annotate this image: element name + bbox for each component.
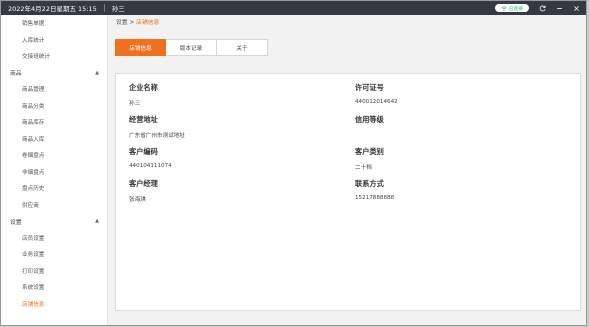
sidebar-item-sales-docs[interactable]: 销售单据 [1,15,107,32]
sidebar-item-label: 商品入库 [22,136,45,143]
field-label: 经营地址 [129,115,158,124]
sidebar-item-stockin-stats[interactable]: 入库统计 [1,32,107,49]
sidebar-item-noncig-check[interactable]: 非烟盘点 [1,164,107,181]
tab-label: 版本记录 [179,45,203,52]
sidebar-item-label: 盘点历史 [22,186,45,193]
close-icon [573,5,579,11]
network-status-label: 已连接 [508,6,523,12]
current-user: 孙三 [111,5,125,13]
field-label: 客户类别 [355,147,384,156]
title-divider [103,4,105,12]
field-value: 二十档 [355,165,372,171]
sidebar-item-goods-category[interactable]: 商品分类 [1,98,107,115]
company-name-field: 企业名称 孙三 [129,83,158,107]
sidebar-item-label: 店员设置 [22,235,45,242]
sidebar-item-shift-stats[interactable]: 交接班统计 [1,48,107,65]
sidebar-group-label: 商品 [10,71,22,78]
sidebar-item-staff-settings[interactable]: 店员设置 [1,230,107,247]
minimize-button[interactable] [555,4,563,12]
field-value: 孙三 [129,101,141,107]
sidebar-item-label: 供应商 [22,202,39,209]
sidebar-item-label: 入库统计 [22,37,45,44]
chevron-up-icon: ▲ [95,218,99,225]
chevron-up-icon: ▲ [95,69,99,76]
sidebar-item-label: 店铺信息 [22,301,45,308]
tab-bar: 店铺信息 版本记录 关于 [115,39,268,56]
sidebar-item-label: 系统设置 [22,285,45,292]
datetime-display: 2022年4月22日星期五 15:15 [8,5,97,13]
sidebar-item-label: 卷烟盘点 [22,153,45,160]
refresh-icon [539,5,546,11]
breadcrumb-separator: > [129,20,135,26]
shop-info-card: 企业名称 孙三 许可证号 440012014642 经营地址 广东省广州市测试地… [115,73,581,311]
sidebar-item-cigarette-check[interactable]: 卷烟盘点 [1,147,107,164]
field-value: 张海琪 [129,197,146,203]
breadcrumb: 设置 > 店铺信息 [116,17,159,26]
sidebar-item-print-settings[interactable]: 打印设置 [1,263,107,280]
close-button[interactable] [572,4,580,12]
wifi-icon [500,5,507,11]
sidebar-item-label: 非烟盘点 [22,169,45,176]
window-controls: 已连接 [494,1,580,15]
sidebar-item-shop-info[interactable]: 店铺信息 [1,296,107,313]
customer-code-field: 客户编码 440104111074 [129,147,172,169]
manager-field: 客户经理 张海琪 [129,179,158,203]
address-field: 经营地址 广东省广州市测试地址 [129,115,185,139]
field-label: 联系方式 [355,179,384,188]
sidebar-item-supplier[interactable]: 供应商 [1,197,107,214]
sidebar-item-goods-stock[interactable]: 商品库存 [1,114,107,131]
tab-label: 关于 [236,45,248,52]
tab-version-history[interactable]: 版本记录 [166,39,217,56]
field-label: 企业名称 [129,83,158,92]
sidebar-group-label: 设置 [10,219,22,226]
sidebar-item-label: 商品分类 [22,103,45,110]
sidebar-group-goods[interactable]: 商品 ▲ [1,65,107,82]
breadcrumb-parent[interactable]: 设置 [116,20,128,26]
contact-field: 联系方式 15217888888 [355,179,394,201]
field-value: 440012014642 [355,99,398,105]
customer-type-field: 客户类别 二十档 [355,147,384,171]
credit-level-field: 信用等级 [355,115,384,131]
sidebar-item-system-settings[interactable]: 系统设置 [1,279,107,296]
minimize-icon [556,7,562,9]
tab-about[interactable]: 关于 [217,39,268,56]
tab-shop-info[interactable]: 店铺信息 [115,39,166,56]
field-value: 15217888888 [355,195,395,201]
field-value: 广东省广州市测试地址 [129,133,185,139]
sidebar-item-goods-manage[interactable]: 商品管理 [1,81,107,98]
sidebar-item-label: 业务设置 [22,252,45,259]
license-no-field: 许可证号 440012014642 [355,83,398,105]
sidebar-item-check-history[interactable]: 盘点历史 [1,180,107,197]
sidebar-item-goods-stockin[interactable]: 商品入库 [1,131,107,148]
field-label: 许可证号 [355,83,384,92]
sidebar-item-label: 商品库存 [22,120,45,127]
sidebar-item-label: 销售单据 [22,21,45,28]
sidebar-item-label: 商品管理 [22,87,45,94]
sidebar-item-label: 打印设置 [22,268,45,275]
tab-label: 店铺信息 [129,45,152,52]
title-bar: 2022年4月22日星期五 15:15 孙三 已连接 [1,1,586,15]
field-label: 客户经理 [129,179,158,188]
sidebar-group-settings[interactable]: 设置 ▲ [1,213,107,230]
breadcrumb-current: 店铺信息 [136,20,160,26]
field-label: 信用等级 [355,115,384,124]
app-window: 2022年4月22日星期五 15:15 孙三 已连接 销售单据 入库统计 交接班… [0,0,587,326]
field-value: 440104111074 [129,163,172,169]
network-status-badge[interactable]: 已连接 [494,4,529,12]
sidebar: 销售单据 入库统计 交接班统计 商品 ▲ 商品管理 商品分类 商品库存 商品入库… [1,15,108,325]
refresh-button[interactable] [538,4,546,12]
sidebar-item-label: 交接班统计 [22,54,50,61]
field-label: 客户编码 [129,147,158,156]
sidebar-item-business-settings[interactable]: 业务设置 [1,246,107,263]
